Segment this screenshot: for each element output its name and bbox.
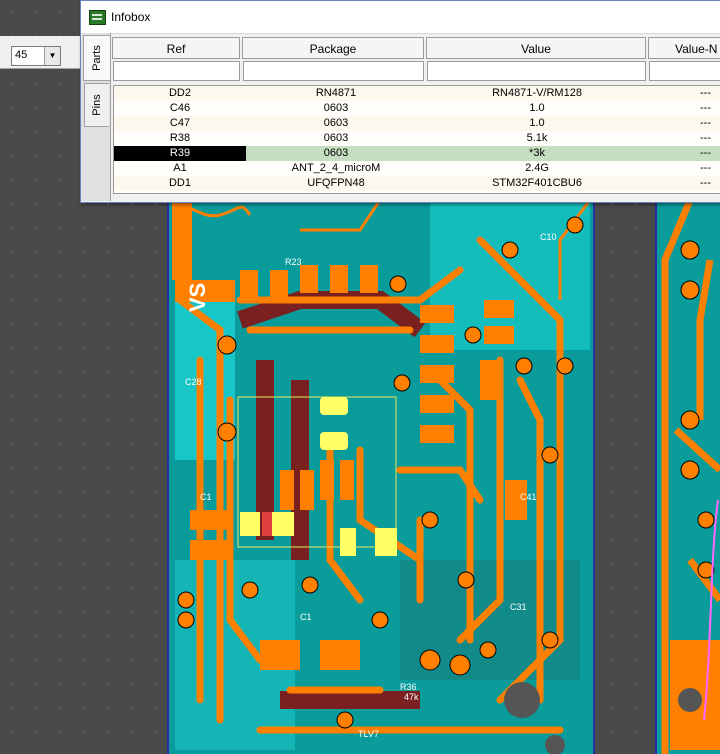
cell-value-n: ---: [700, 87, 711, 99]
cell-value: 1.0: [529, 117, 545, 129]
cell-value: 2.4G: [525, 162, 549, 174]
svg-text:R36: R36: [400, 682, 417, 692]
column-header-value[interactable]: Value: [426, 37, 646, 59]
parts-table-body: DD2 RN4871 RN4871-V/RM128 --- C46 0603 1…: [113, 85, 720, 194]
cell-package: 0603: [323, 117, 349, 129]
table-row-selected[interactable]: R39 0603 *3k ---: [114, 146, 720, 161]
cell-ref: R38: [169, 132, 191, 144]
svg-text:C41: C41: [520, 492, 537, 502]
filter-package-input[interactable]: [243, 61, 424, 81]
filter-ref-input[interactable]: [113, 61, 240, 81]
cell-value-n: ---: [700, 102, 711, 114]
cell-package: 0603: [323, 102, 349, 114]
tab-pins-label: Pins: [91, 94, 103, 116]
tab-parts-label: Parts: [91, 45, 103, 71]
cell-ref: DD2: [168, 87, 191, 99]
svg-text:C1: C1: [200, 492, 212, 502]
infobox-title: Infobox: [111, 10, 151, 24]
left-board: VS R23 C28 C1 C1 C41 C31 R36 47k TLV7 C1…: [167, 195, 595, 754]
cell-value-n: ---: [700, 117, 711, 129]
table-row[interactable]: DD2 RN4871 RN4871-V/RM128 ---: [114, 86, 720, 101]
table-row[interactable]: DD1 UFQFPN48 STM32F401CBU6 ---: [114, 176, 720, 191]
cell-value: STM32F401CBU6: [492, 177, 582, 189]
cell-value: 5.1k: [526, 132, 548, 144]
cell-package: UFQFPN48: [307, 177, 365, 189]
column-header-value-n[interactable]: Value-N: [648, 37, 720, 59]
cell-package: 0603: [323, 147, 349, 159]
svg-text:47k: 47k: [404, 692, 419, 702]
cell-package: 0603: [323, 132, 349, 144]
svg-text:C1: C1: [300, 612, 312, 622]
infobox-window: Infobox Parts Pins Ref Package Value Val…: [80, 0, 720, 203]
svg-text:VS: VS: [185, 283, 210, 312]
tab-parts[interactable]: Parts: [83, 35, 110, 81]
pcb-app-icon: [89, 10, 106, 25]
cell-ref: R39: [114, 146, 246, 161]
column-header-ref[interactable]: Ref: [112, 37, 240, 59]
cell-value-n: ---: [700, 132, 711, 144]
svg-text:C10: C10: [540, 232, 557, 242]
table-row[interactable]: A1 ANT_2_4_microM 2.4G ---: [114, 161, 720, 176]
tab-pins[interactable]: Pins: [84, 83, 109, 127]
filter-value-n-input[interactable]: [649, 61, 720, 81]
parts-grid: Ref Package Value Value-N DD2 RN4871 RN4…: [111, 34, 720, 200]
right-board: [655, 195, 720, 754]
cell-value-n: ---: [700, 162, 711, 174]
column-header-package[interactable]: Package: [242, 37, 424, 59]
cell-ref: C47: [169, 117, 191, 129]
svg-text:C31: C31: [510, 602, 527, 612]
svg-text:R23: R23: [285, 257, 302, 267]
table-row[interactable]: C46 0603 1.0 ---: [114, 101, 720, 116]
cell-value: *3k: [529, 147, 545, 159]
cell-ref: C46: [169, 102, 191, 114]
svg-text:C28: C28: [185, 377, 202, 387]
cell-ref: DD1: [168, 177, 191, 189]
angle-select[interactable]: 45 ▼: [11, 46, 61, 66]
cell-ref: A1: [173, 162, 187, 174]
infobox-titlebar[interactable]: Infobox: [81, 1, 720, 34]
table-row[interactable]: R38 0603 5.1k ---: [114, 131, 720, 146]
cell-value-n: ---: [700, 147, 711, 159]
chevron-down-icon[interactable]: ▼: [44, 47, 60, 65]
cell-package: ANT_2_4_microM: [291, 162, 381, 174]
cell-package: RN4871: [315, 87, 357, 99]
svg-text:TLV7: TLV7: [358, 729, 379, 739]
table-row[interactable]: C47 0603 1.0 ---: [114, 116, 720, 131]
filter-value-input[interactable]: [427, 61, 646, 81]
cell-value: RN4871-V/RM128: [492, 87, 582, 99]
cell-value: 1.0: [529, 102, 545, 114]
infobox-tabs: Parts Pins: [81, 33, 111, 201]
cell-value-n: ---: [700, 177, 711, 189]
angle-value: 45: [15, 49, 28, 61]
